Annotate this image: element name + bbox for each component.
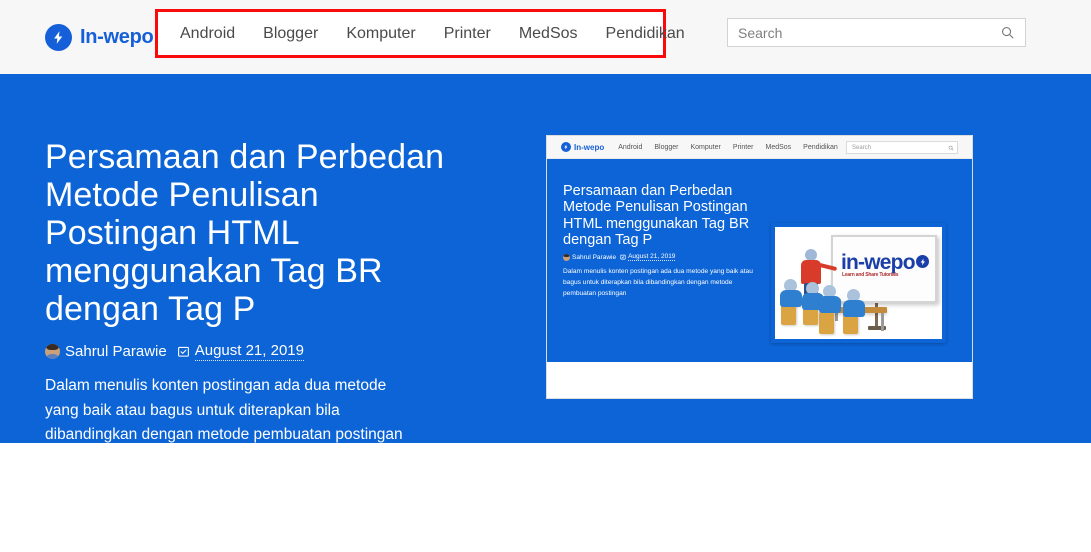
thumbnail-header: In-wepo Android Blogger Komputer Printer… xyxy=(547,136,972,159)
thumbnail-footer xyxy=(547,362,972,398)
nav-item-android[interactable]: Android xyxy=(166,21,249,47)
thumbnail-calendar-icon xyxy=(620,254,626,260)
thumbnail-nav-item-pendidikan: Pendidikan xyxy=(803,143,838,151)
thumbnail-nav-item-medsos: MedSos xyxy=(765,143,792,151)
thumbnail-bolt-icon xyxy=(561,142,571,152)
thumbnail-search-icon xyxy=(948,145,954,150)
thumbnail-text-block: Persamaan dan Perbedan Metode Penulisan … xyxy=(563,183,758,299)
post-title[interactable]: Persamaan dan Perbedan Metode Penulisan … xyxy=(45,138,465,328)
thumbnail-search-placeholder: Search xyxy=(852,144,872,151)
post-date: August 21, 2019 xyxy=(194,342,304,361)
thumbnail-navigation: Android Blogger Komputer Printer MedSos … xyxy=(612,144,844,151)
thumbnail-author: Sahrul Parawie xyxy=(572,253,617,261)
calendar-icon xyxy=(177,345,190,358)
post-byline: Sahrul Parawie August 21, 2019 xyxy=(45,342,465,361)
site-header: In-wepo Android Blogger Komputer Printer… xyxy=(0,0,1091,74)
main-navigation: Android Blogger Komputer Printer MedSos … xyxy=(155,9,685,58)
post-thumbnail-card[interactable]: In-wepo Android Blogger Komputer Printer… xyxy=(546,135,973,399)
thumbnail-date: August 21, 2019 xyxy=(628,253,676,262)
nav-item-medsos[interactable]: MedSos xyxy=(505,21,592,47)
search-icon xyxy=(1001,26,1014,39)
search-box[interactable] xyxy=(727,18,1026,47)
nav-item-blogger[interactable]: Blogger xyxy=(249,21,332,47)
thumbnail-excerpt: Dalam menulis konten postingan ada dua m… xyxy=(563,268,753,298)
nav-item-pendidikan[interactable]: Pendidikan xyxy=(592,21,699,47)
thumbnail-nav-item-android: Android xyxy=(618,143,643,151)
thumbnail-search-box: Search xyxy=(846,141,958,154)
thumbnail-mini-page: In-wepo Android Blogger Komputer Printer… xyxy=(547,136,972,398)
search-input[interactable] xyxy=(728,24,996,41)
site-logo[interactable]: In-wepo xyxy=(45,23,154,51)
site-logo-text: In-wepo xyxy=(80,25,154,48)
thumbnail-logo-text: In-wepo xyxy=(574,142,605,152)
thumbnail-nav-item-printer: Printer xyxy=(732,143,754,151)
bolt-icon xyxy=(45,23,72,51)
thumbnail-logo: In-wepo xyxy=(561,142,604,152)
search-button[interactable] xyxy=(996,25,1025,40)
nav-item-komputer[interactable]: Komputer xyxy=(332,21,429,47)
whiteboard-bolt-icon xyxy=(916,255,929,268)
post-excerpt: Dalam menulis konten postingan ada dua m… xyxy=(45,377,403,443)
thumbnail-avatar-icon xyxy=(563,253,570,261)
nav-item-printer[interactable]: Printer xyxy=(430,21,505,47)
whiteboard-tagline: Learn and Share Tutorials xyxy=(842,272,899,278)
thumbnail-nav-item-blogger: Blogger xyxy=(654,143,679,151)
nav-list: Android Blogger Komputer Printer MedSos … xyxy=(158,21,699,47)
classroom-illustration: in-wepo Learn and Share Tutorials xyxy=(771,223,946,343)
thumbnail-hero: Persamaan dan Perbedan Metode Penulisan … xyxy=(547,159,972,362)
whiteboard-logo-text: in-wepo xyxy=(841,251,916,274)
avatar-icon xyxy=(45,344,60,359)
thumbnail-nav-item-komputer: Komputer xyxy=(690,143,721,151)
thumbnail-byline: Sahrul Parawie August 21, 2019 xyxy=(563,253,758,262)
post-author: Sahrul Parawie xyxy=(65,343,167,360)
thumbnail-post-title: Persamaan dan Perbedan Metode Penulisan … xyxy=(563,183,750,248)
hero-section: Persamaan dan Perbedan Metode Penulisan … xyxy=(0,74,1091,443)
hero-text-block: Persamaan dan Perbedan Metode Penulisan … xyxy=(45,138,465,443)
